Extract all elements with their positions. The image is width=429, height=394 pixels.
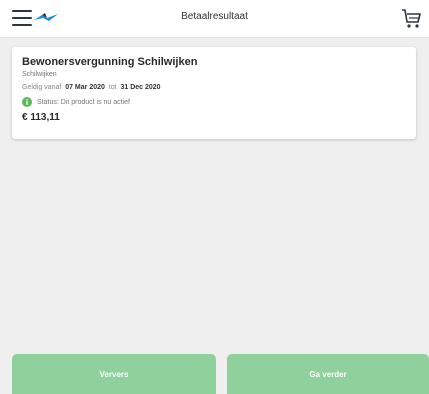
product-location: Schilwijken — [22, 71, 57, 78]
valid-from-date: 07 Mar 2020 — [65, 84, 105, 91]
product-title: Bewonersvergunning Schilwijken — [22, 56, 198, 68]
refresh-button[interactable]: Ververs — [12, 354, 216, 394]
app-header: Betaalresultaat — [0, 0, 429, 38]
status-row: Status: Dit product is nu actief — [22, 96, 406, 108]
valid-from-label: Geldig vanaf — [22, 84, 62, 91]
status-text: Status: Dit product is nu actief — [37, 98, 130, 106]
continue-button[interactable]: Ga verder — [227, 354, 429, 394]
info-icon — [22, 97, 32, 107]
product-price: € 113,11 — [22, 112, 60, 123]
validity-period: Geldig vanaf 07 Mar 2020 tot 31 Dec 2020 — [22, 83, 406, 93]
shopping-cart-icon[interactable] — [401, 8, 423, 30]
page-title: Betaalresultaat — [181, 11, 248, 22]
valid-to-date: 31 Dec 2020 — [120, 84, 161, 91]
valid-to-label: tot — [108, 84, 117, 91]
permit-card: Bewonersvergunning Schilwijken Schilwijk… — [12, 47, 416, 139]
